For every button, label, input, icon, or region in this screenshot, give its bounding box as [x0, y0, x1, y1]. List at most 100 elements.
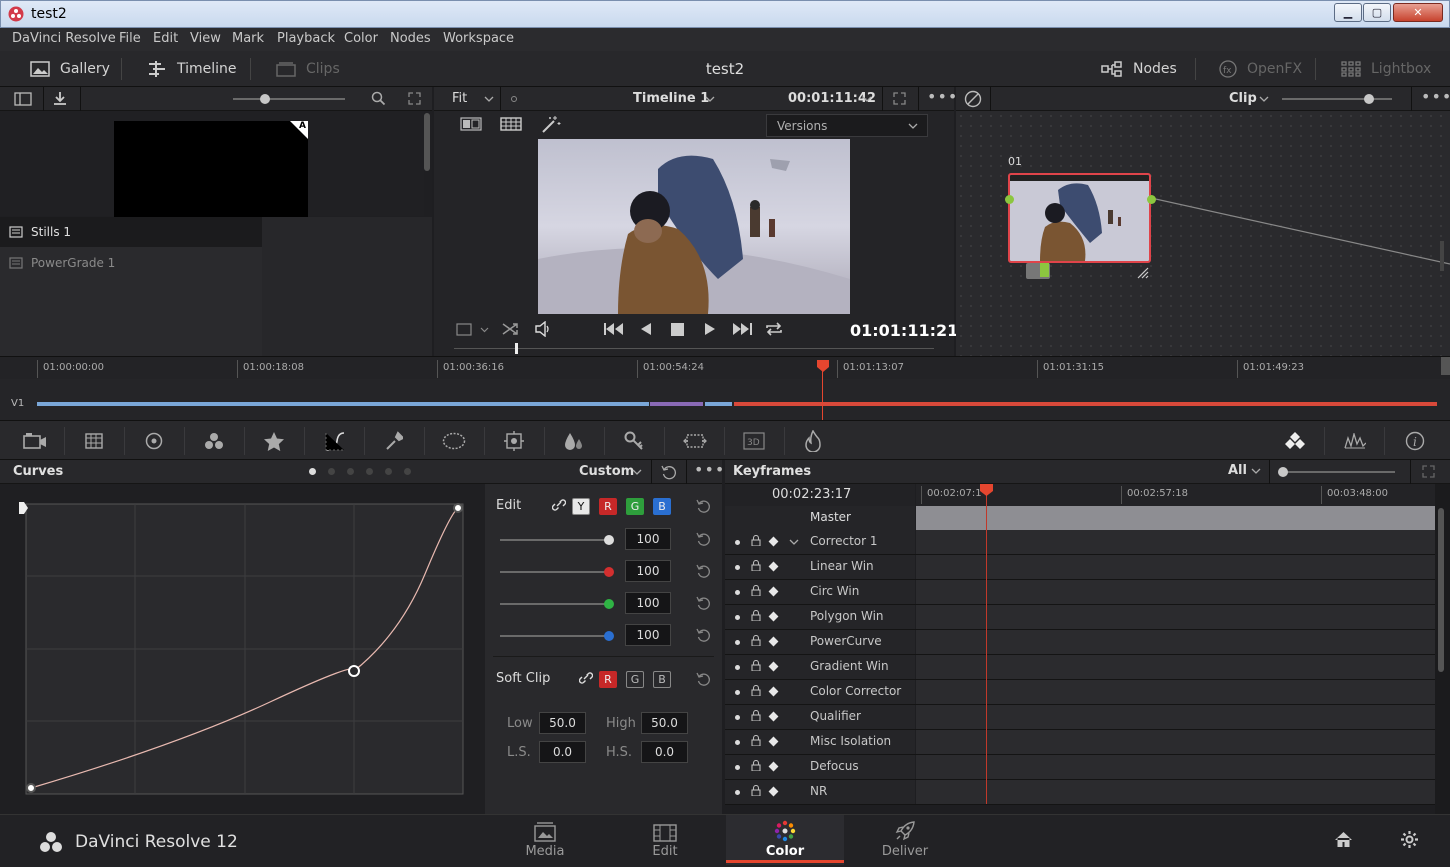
menu-playback[interactable]: Playback — [277, 31, 335, 46]
node-input-connector[interactable] — [1005, 195, 1014, 204]
home-icon[interactable] — [1334, 831, 1353, 848]
curve-point-mid[interactable] — [348, 665, 360, 677]
page-dot[interactable] — [328, 468, 335, 475]
clips-button[interactable]: Clips — [276, 51, 340, 87]
lock-icon[interactable] — [751, 660, 761, 671]
page-dot[interactable] — [366, 468, 373, 475]
hs-field[interactable]: 0.0 — [641, 741, 688, 763]
node-01[interactable] — [1008, 173, 1151, 263]
page-dot[interactable] — [347, 468, 354, 475]
keyframes-filter-dropdown[interactable]: All — [1228, 463, 1247, 478]
curves-graph[interactable] — [0, 484, 485, 814]
reset-icon[interactable] — [696, 531, 711, 546]
lock-icon[interactable] — [751, 760, 761, 771]
more-options-icon[interactable]: ••• — [927, 87, 958, 106]
lock-icon[interactable] — [751, 735, 761, 746]
versions-dropdown[interactable]: Versions — [766, 114, 928, 137]
page-deliver-button[interactable]: Deliver — [846, 815, 964, 865]
tracker-icon[interactable] — [504, 431, 524, 451]
resolvefx-fire-icon[interactable] — [804, 430, 822, 452]
keyframe-zoom-slider[interactable] — [1282, 471, 1395, 473]
node-output-connector[interactable] — [1147, 195, 1156, 204]
clip-bar[interactable] — [650, 402, 703, 406]
track-enable-dot[interactable] — [735, 565, 740, 570]
keyframe-track-row[interactable]: Defocus — [725, 755, 1435, 780]
expand-icon[interactable] — [1422, 465, 1435, 478]
color-match-icon[interactable] — [85, 433, 103, 449]
node-scrollbar[interactable] — [1440, 241, 1444, 271]
keyframe-track-row[interactable]: Qualifier — [725, 705, 1435, 730]
lightbox-button[interactable]: Lightbox — [1341, 51, 1431, 87]
menu-color[interactable]: Color — [344, 31, 378, 46]
menu-mark[interactable]: Mark — [232, 31, 264, 46]
intensity-y-slider[interactable] — [500, 539, 610, 541]
album-item-powergrade[interactable]: PowerGrade 1 — [0, 248, 262, 278]
keyframe-track-row[interactable]: Color Corrector — [725, 680, 1435, 705]
lock-icon[interactable] — [751, 785, 761, 796]
track-enable-dot[interactable] — [735, 615, 740, 620]
go-to-start-icon[interactable] — [603, 322, 625, 336]
blur-icon[interactable] — [563, 431, 585, 451]
channel-b-toggle[interactable]: B — [653, 498, 671, 515]
node-zoom-knob[interactable] — [1364, 94, 1374, 104]
link-icon[interactable] — [579, 672, 593, 684]
gallery-strip-icon[interactable] — [500, 117, 522, 131]
keyframe-track-row[interactable]: PowerCurve — [725, 630, 1435, 655]
curve-point-white[interactable] — [453, 503, 463, 513]
mini-timeline[interactable]: 01:00:00:00 01:00:18:08 01:00:36:16 01:0… — [0, 356, 1450, 421]
stop-icon[interactable] — [671, 323, 684, 336]
3d-icon[interactable]: 3D — [743, 432, 765, 450]
node-mode-dropdown[interactable]: Clip — [1229, 91, 1257, 106]
reset-icon[interactable] — [696, 498, 711, 513]
menu-edit[interactable]: Edit — [153, 31, 178, 46]
page-edit-button[interactable]: Edit — [606, 815, 724, 865]
settings-gear-icon[interactable] — [1400, 830, 1419, 849]
reset-icon[interactable] — [661, 464, 677, 480]
menu-view[interactable]: View — [190, 31, 221, 46]
search-icon[interactable] — [371, 91, 386, 106]
lock-icon[interactable] — [751, 685, 761, 696]
gallery-zoom-knob[interactable] — [260, 94, 270, 104]
intensity-b-knob[interactable] — [604, 631, 614, 641]
curves-icon[interactable] — [324, 431, 346, 451]
loop-icon[interactable] — [764, 321, 784, 337]
curve-point-black[interactable] — [26, 783, 36, 793]
info-icon[interactable]: i — [1405, 431, 1425, 451]
ls-field[interactable]: 0.0 — [539, 741, 586, 763]
node-zoom-slider[interactable] — [1282, 98, 1392, 100]
playhead-marker-icon[interactable] — [979, 483, 994, 497]
menu-nodes[interactable]: Nodes — [390, 31, 431, 46]
video-frame[interactable] — [538, 139, 850, 314]
gallery-button[interactable]: Gallery — [30, 51, 110, 87]
keyframe-track-row[interactable]: Misc Isolation — [725, 730, 1435, 755]
close-button[interactable]: ✕ — [1393, 3, 1443, 22]
fit-dropdown[interactable]: Fit — [452, 91, 467, 106]
viewer-scrubber-handle[interactable] — [515, 343, 518, 354]
album-item-stills[interactable]: Stills 1 — [0, 217, 262, 247]
scopes-icon[interactable] — [1344, 433, 1366, 449]
track-enable-dot[interactable] — [735, 715, 740, 720]
track-enable-dot[interactable] — [735, 640, 740, 645]
minimize-button[interactable]: ▁ — [1334, 3, 1362, 22]
rgb-mixer-icon[interactable] — [204, 432, 224, 450]
softclip-b-toggle[interactable]: B — [653, 671, 671, 688]
intensity-b-slider[interactable] — [500, 635, 610, 637]
intensity-g-field[interactable]: 100 — [625, 592, 671, 614]
keyframe-track-row[interactable]: Corrector 1 — [725, 530, 1435, 555]
channel-r-toggle[interactable]: R — [599, 498, 617, 515]
reset-icon[interactable] — [696, 627, 711, 642]
intensity-r-knob[interactable] — [604, 567, 614, 577]
keyframe-palette-icon[interactable] — [1284, 431, 1306, 451]
node-graph[interactable]: 01 — [956, 111, 1450, 356]
keyframe-scrollbar[interactable] — [1438, 508, 1444, 672]
intensity-r-field[interactable]: 100 — [625, 560, 671, 582]
track-enable-dot[interactable] — [735, 540, 740, 545]
intensity-g-slider[interactable] — [500, 603, 610, 605]
fullscreen-icon[interactable] — [893, 92, 906, 105]
clip-bar[interactable] — [734, 402, 1437, 406]
shuffle-icon[interactable] — [502, 322, 518, 336]
keyframe-track-row[interactable]: Polygon Win — [725, 605, 1435, 630]
track-enable-dot[interactable] — [735, 590, 740, 595]
clip-bar[interactable] — [37, 402, 649, 406]
high-field[interactable]: 50.0 — [641, 712, 688, 734]
